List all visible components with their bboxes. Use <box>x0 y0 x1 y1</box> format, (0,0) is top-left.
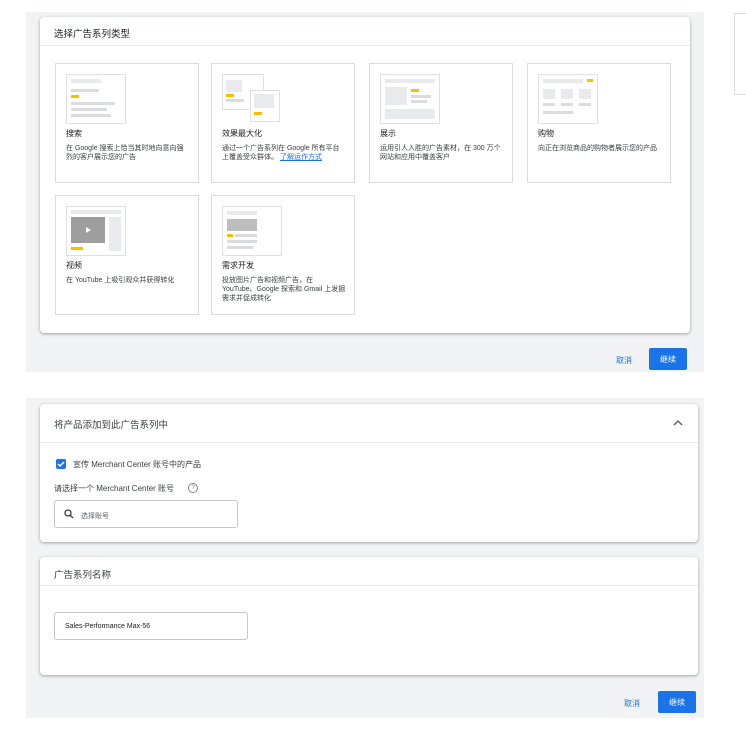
search-placeholder: 选择账号 <box>81 513 109 520</box>
type-card-shopping[interactable]: 购物 向正在浏览商品的购物者展示您的产品 <box>527 63 671 183</box>
type-name: 搜索 <box>66 129 82 138</box>
divider <box>40 45 690 46</box>
type-desc: 通过一个广告系列在 Google 所有平台上覆盖受众群体。 了解运作方式 <box>222 145 340 161</box>
side-panel <box>734 13 746 95</box>
type-desc: 在 Google 搜索上恰当其时地向意向强烈的客户展示您的广告 <box>66 145 184 161</box>
type-desc: 在 YouTube 上吸引观众并获得转化 <box>66 277 175 284</box>
help-icon[interactable]: ? <box>188 483 198 493</box>
type-name: 购物 <box>538 129 554 138</box>
search-icon <box>64 509 74 519</box>
type-card-video[interactable]: 视频 在 YouTube 上吸引观众并获得转化 <box>55 195 199 315</box>
play-icon <box>86 227 91 233</box>
divider <box>40 442 698 443</box>
chevron-up-icon[interactable] <box>672 417 684 429</box>
performance-max-illustration <box>222 74 280 122</box>
continue-button[interactable]: 继续 <box>649 348 687 370</box>
demand-gen-illustration <box>222 206 282 256</box>
footer-cancel-button[interactable]: 取消 <box>624 698 640 709</box>
type-desc: 向正在浏览商品的购物者展示您的产品 <box>538 145 657 152</box>
campaign-type-title: 选择广告系列类型 <box>54 29 131 40</box>
campaign-name-input[interactable]: Sales-Performance Max-56 <box>54 612 248 640</box>
type-card-demand-gen[interactable]: 需求开发 投放图片广告和视频广告，在 YouTube、Google 探索和 Gm… <box>211 195 355 315</box>
check-icon <box>57 461 65 468</box>
divider <box>40 585 698 586</box>
display-illustration <box>380 74 440 124</box>
campaign-name-value: Sales-Performance Max-56 <box>65 623 151 630</box>
type-card-display[interactable]: 展示 运用引人入胜的广告素材，在 300 万个网站和应用中覆盖客户 <box>369 63 513 183</box>
video-illustration <box>66 206 126 256</box>
products-title: 将产品添加到此广告系列中 <box>54 420 169 431</box>
cancel-button[interactable]: 取消 <box>616 355 632 366</box>
campaign-type-card: 选择广告系列类型 搜索 在 Google 搜索上恰当其时地向意向强烈的客户展示您… <box>40 17 690 333</box>
products-card: 将产品添加到此广告系列中 宣传 Merchant Center 账号中的产品 请… <box>40 404 698 542</box>
shopping-illustration <box>538 74 598 124</box>
merchant-account-label: 请选择一个 Merchant Center 账号 <box>54 484 175 493</box>
type-card-performance-max[interactable]: 效果最大化 通过一个广告系列在 Google 所有平台上覆盖受众群体。 了解运作… <box>211 63 355 183</box>
promote-products-label: 宣传 Merchant Center 账号中的产品 <box>73 460 202 469</box>
promote-products-checkbox[interactable] <box>56 459 66 469</box>
footer-continue-button[interactable]: 继续 <box>658 691 696 713</box>
search-illustration <box>66 74 126 124</box>
type-card-search[interactable]: 搜索 在 Google 搜索上恰当其时地向意向强烈的客户展示您的广告 <box>55 63 199 183</box>
type-name: 效果最大化 <box>222 129 262 138</box>
type-desc: 运用引人入胜的广告素材，在 300 万个网站和应用中覆盖客户 <box>380 145 501 161</box>
account-search-input[interactable]: 选择账号 <box>54 500 238 528</box>
campaign-name-card: 广告系列名称 Sales-Performance Max-56 <box>40 557 698 675</box>
type-name: 视频 <box>66 261 82 270</box>
learn-how-link[interactable]: 了解运作方式 <box>280 154 322 161</box>
campaign-name-title: 广告系列名称 <box>54 570 112 581</box>
type-name: 展示 <box>380 129 396 138</box>
type-desc: 投放图片广告和视频广告，在 YouTube、Google 探索和 Gmail 上… <box>222 277 346 302</box>
type-name: 需求开发 <box>222 261 254 270</box>
